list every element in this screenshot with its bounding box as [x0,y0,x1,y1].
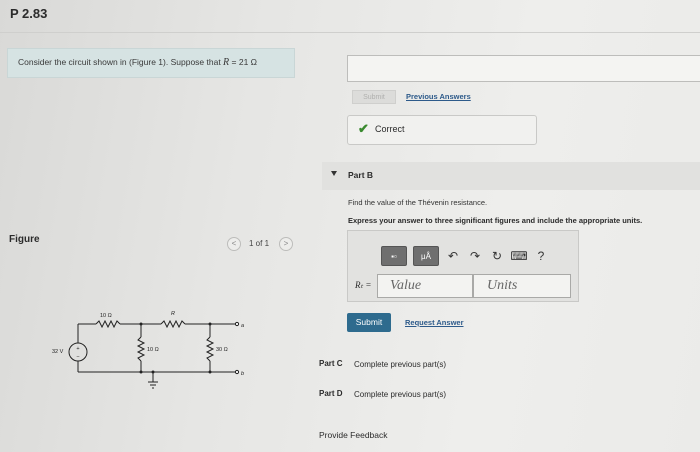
redo-icon[interactable]: ↷ [467,246,483,266]
reset-icon[interactable]: ↻ [489,246,505,266]
label-r-right: 30 Ω [216,347,228,353]
header-divider [0,32,700,33]
keyboard-icon[interactable]: ⌨ [510,246,527,266]
part-d-status: Complete previous part(s) [354,390,447,399]
label-r-var: R [171,311,175,317]
units-input[interactable]: Units [473,274,571,298]
caret-down-icon[interactable] [331,171,337,176]
templates-button[interactable]: ▪▫ [381,246,407,266]
resistor-r [160,319,186,329]
statement-suffix: = 21 Ω [229,57,258,67]
part-b-submit-button[interactable]: Submit [347,313,391,332]
problem-statement: Consider the circuit shown in (Figure 1)… [18,57,257,68]
undo-icon[interactable]: ↶ [445,246,461,266]
figure-prev-button[interactable]: < [227,237,241,251]
problem-title: P 2.83 [10,6,48,21]
part-c-label[interactable]: Part C [319,359,343,368]
correct-status-text: Correct [375,124,405,134]
figure-next-button[interactable]: > [279,237,293,251]
value-input[interactable]: Value [377,274,473,298]
previous-answers-link[interactable]: Previous Answers [406,92,471,101]
label-source: 32 V [52,349,64,355]
figure-counter: 1 of 1 [249,239,270,248]
source-plus: + [76,346,79,352]
part-d-label[interactable]: Part D [319,389,343,398]
math-toolbar: ▪▫ μÅ ↶ ↷ ↻ ⌨ ? [381,244,549,268]
label-r-top: 10 Ω [100,313,112,319]
terminal-b: b [241,371,244,377]
part-b-label: Part B [348,170,374,180]
resistor-10-mid [136,336,146,362]
part-b-prompt: Find the value of the Thévenin resistanc… [348,198,488,207]
request-answer-link[interactable]: Request Answer [405,318,464,327]
statement-prefix: Consider the circuit shown in (Figure 1)… [18,57,224,67]
part-a-submit-button[interactable]: Submit [352,90,396,104]
provide-feedback-link[interactable]: Provide Feedback [319,430,388,440]
resistor-10-top [95,319,121,329]
part-b-instructions: Express your answer to three significant… [348,216,643,225]
checkmark-icon: ✔ [358,121,369,136]
source-minus: − [76,354,79,360]
circuit-diagram: + − 32 V 10 Ω R 10 Ω 30 Ω a b [52,311,244,389]
figure-heading: Figure [9,234,40,245]
terminal-a: a [241,323,244,329]
help-button[interactable]: ? [533,246,549,266]
rth-label: Rₜ = [355,280,372,290]
label-r-mid: 10 Ω [147,347,159,353]
part-a-answer-field[interactable] [347,55,700,82]
resistor-30 [205,336,215,362]
part-c-status: Complete previous part(s) [354,360,447,369]
units-button[interactable]: μÅ [413,246,439,266]
part-b-header[interactable] [322,162,700,190]
